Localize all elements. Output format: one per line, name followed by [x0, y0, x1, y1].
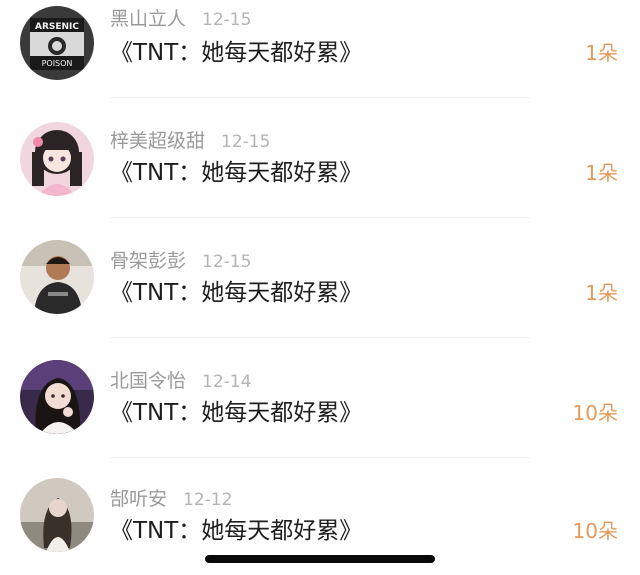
home-indicator[interactable] — [205, 555, 435, 563]
username[interactable]: 骨架彭彭 — [110, 250, 186, 272]
item-meta: 梓美超级甜 12-15 — [110, 128, 270, 154]
flower-count: 10朵 — [572, 519, 618, 543]
date: 12-15 — [221, 132, 271, 152]
avatar-image — [20, 122, 94, 196]
date: 12-15 — [202, 252, 252, 272]
item-meta: 黑山立人 12-15 — [110, 6, 251, 32]
username[interactable]: 郜听安 — [110, 488, 167, 510]
username[interactable]: 北国令怡 — [110, 370, 186, 392]
username[interactable]: 黑山立人 — [110, 8, 186, 30]
date: 12-15 — [202, 10, 252, 30]
item-title[interactable]: 《TNT：她每天都好累》 — [110, 156, 362, 190]
avatar-image — [20, 360, 94, 434]
avatar-image — [20, 478, 94, 552]
divider — [110, 217, 530, 218]
flower-count: 1朵 — [585, 41, 618, 65]
item-title[interactable]: 《TNT：她每天都好累》 — [110, 36, 362, 70]
item-meta: 骨架彭彭 12-15 — [110, 248, 251, 274]
flower-count: 1朵 — [585, 281, 618, 305]
item-title[interactable]: 《TNT：她每天都好累》 — [110, 396, 362, 430]
flower-count: 10朵 — [572, 401, 618, 425]
date: 12-12 — [183, 490, 233, 510]
list-item[interactable]: ARSENIC POISON 黑山立人 12-15 《TNT：她每天都好累》 1朵 — [0, 0, 640, 120]
avatar[interactable] — [20, 122, 94, 196]
flower-count: 1朵 — [585, 161, 618, 185]
item-meta: 北国令怡 12-14 — [110, 368, 251, 394]
avatar-image — [20, 240, 94, 314]
divider — [110, 337, 530, 338]
divider — [110, 457, 530, 458]
divider — [110, 97, 530, 98]
date: 12-14 — [202, 372, 252, 392]
avatar-image: ARSENIC POISON — [20, 6, 94, 80]
username[interactable]: 梓美超级甜 — [110, 130, 205, 152]
item-title[interactable]: 《TNT：她每天都好累》 — [110, 514, 362, 548]
avatar-text-poison: POISON — [42, 59, 73, 68]
avatar[interactable] — [20, 360, 94, 434]
item-meta: 郜听安 12-12 — [110, 486, 232, 512]
avatar[interactable] — [20, 478, 94, 552]
avatar[interactable] — [20, 240, 94, 314]
avatar-text-arsenic: ARSENIC — [35, 22, 79, 32]
avatar[interactable]: ARSENIC POISON — [20, 6, 94, 80]
list-item[interactable]: 梓美超级甜 12-15 《TNT：她每天都好累》 1朵 — [0, 120, 640, 240]
item-title[interactable]: 《TNT：她每天都好累》 — [110, 276, 362, 310]
list-item[interactable]: 骨架彭彭 12-15 《TNT：她每天都好累》 1朵 — [0, 240, 640, 360]
list-item[interactable]: 北国令怡 12-14 《TNT：她每天都好累》 10朵 — [0, 360, 640, 480]
gift-list: ARSENIC POISON 黑山立人 12-15 《TNT：她每天都好累》 1朵 — [0, 0, 640, 575]
